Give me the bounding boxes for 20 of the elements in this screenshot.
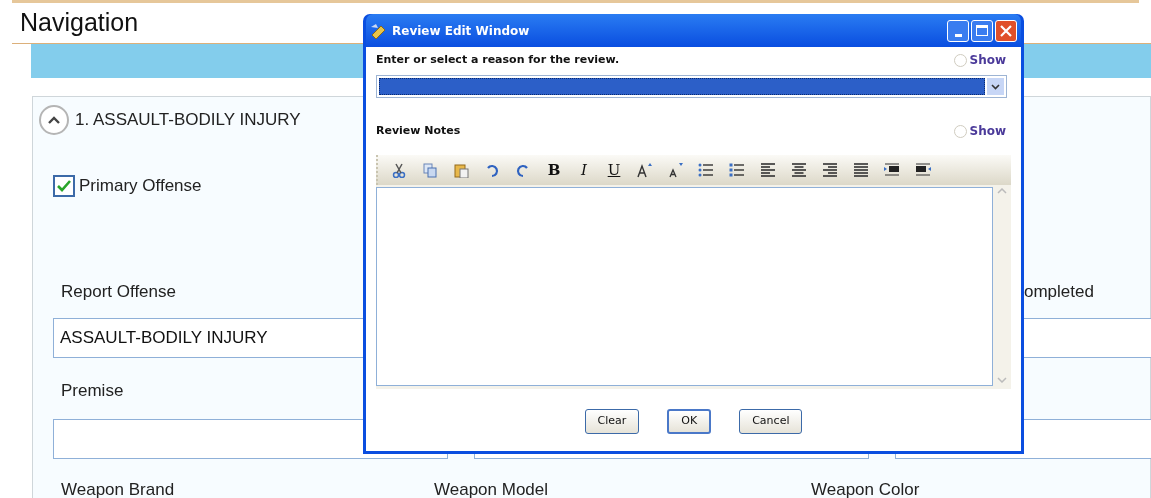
show-label: Show: [969, 123, 1006, 140]
reason-label: Enter or select a reason for the review.: [376, 51, 620, 68]
italic-button[interactable]: I: [573, 158, 595, 182]
checkbox-label: Primary Offense: [79, 175, 202, 197]
underline-button[interactable]: U: [603, 158, 625, 182]
dialog-title: Review Edit Window: [392, 22, 530, 40]
bold-button[interactable]: B: [543, 158, 565, 182]
field-label: Premise: [61, 379, 125, 402]
section-title: 1. ASSAULT-BODILY INJURY: [75, 109, 301, 132]
dialog-button[interactable]: Clear: [584, 409, 640, 434]
field-label: Report Offense: [61, 280, 177, 303]
dialog-button[interactable]: OK: [667, 409, 712, 434]
field-label: ompleted: [1024, 280, 1095, 303]
notes-label: Review Notes: [376, 122, 461, 139]
field-label: Weapon Model: [434, 478, 549, 498]
show-label: Show: [969, 52, 1006, 69]
page-title: Navigation: [20, 7, 139, 39]
dialog-button[interactable]: Cancel: [739, 409, 803, 434]
field-label: Weapon Brand: [61, 478, 175, 498]
field-label: Weapon Color: [811, 478, 920, 498]
